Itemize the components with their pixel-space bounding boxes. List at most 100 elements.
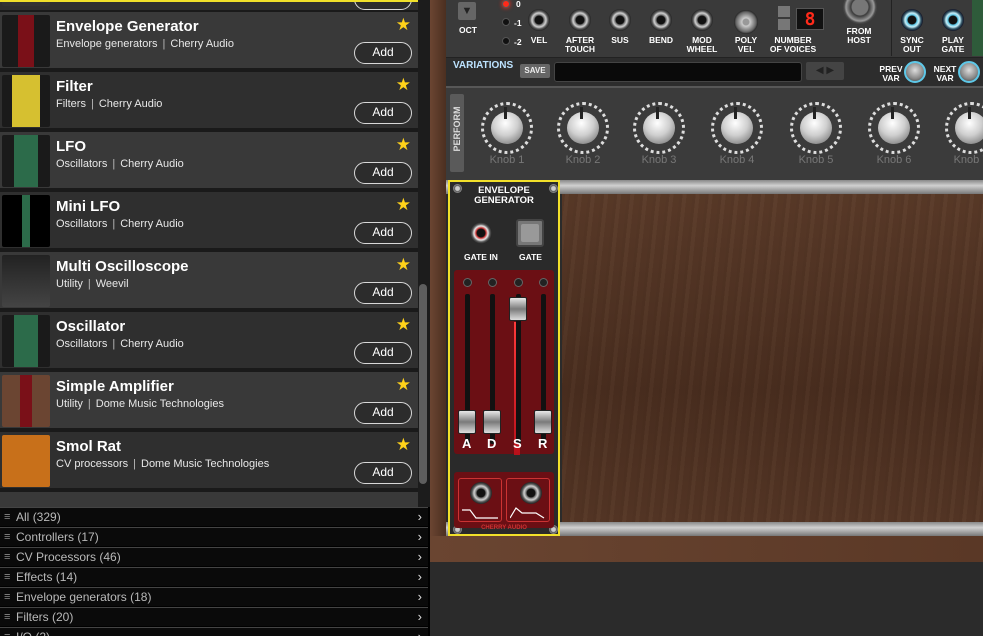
category-i-o[interactable]: ≡ I/O (2) › xyxy=(0,627,428,636)
category-envelope-generators[interactable]: ≡ Envelope generators (18) › xyxy=(0,587,428,606)
module-list[interactable]: Add Envelope Generator Envelope generator… xyxy=(0,0,418,507)
favorite-star-icon[interactable]: ★ xyxy=(396,316,411,333)
slider-r[interactable] xyxy=(534,410,552,434)
voices-display: 8 xyxy=(796,8,824,30)
variation-name-field[interactable] xyxy=(554,62,802,82)
fromhost-label: FROM HOST xyxy=(846,26,872,45)
sus-jack[interactable] xyxy=(609,9,631,31)
playgate-jack[interactable] xyxy=(942,9,964,31)
list-item-envelope-generator[interactable]: Envelope Generator Envelope generators | Ch… xyxy=(0,12,418,70)
prev-var-jack[interactable] xyxy=(904,61,926,83)
favorite-star-icon[interactable]: ★ xyxy=(396,436,411,453)
module-name: LFO xyxy=(56,138,86,155)
list-item-partial[interactable] xyxy=(0,492,418,507)
add-button[interactable]: Add xyxy=(354,462,412,484)
module-category: CV processors xyxy=(56,458,129,470)
env-out-jack[interactable] xyxy=(470,482,492,504)
module-thumbnail xyxy=(2,195,50,247)
favorite-star-icon[interactable]: ★ xyxy=(396,376,411,393)
module-name: Oscillator xyxy=(56,318,126,335)
oct-led-0 xyxy=(502,0,510,8)
envelope-shape-icon xyxy=(462,509,498,519)
module-name: Mini LFO xyxy=(56,198,121,215)
category-all[interactable]: ≡ All (329) › xyxy=(0,507,428,526)
gate-in-jack[interactable] xyxy=(470,222,492,244)
slider-s[interactable] xyxy=(509,297,527,321)
list-item-oscillator[interactable]: Oscillator Oscillators | Cherry Audio ★ Add xyxy=(0,312,418,370)
voices-down-button[interactable] xyxy=(778,19,790,30)
perform-panel: PERFORM Knob 1 Knob 2 Knob 3 Knob 4 Knob 5 Kn… xyxy=(446,86,983,180)
category-count: (2) xyxy=(35,630,50,636)
list-item-simple-amplifier[interactable]: Simple Amplifier Utility | Dome Music Techn… xyxy=(0,372,418,430)
app-window: Add Envelope Generator Envelope generator… xyxy=(0,0,983,636)
perform-knob-2[interactable] xyxy=(557,102,609,154)
module-name: Multi Oscilloscope xyxy=(56,258,189,275)
slider-a[interactable] xyxy=(458,410,476,434)
list-item-lfo[interactable]: LFO Oscillators | Cherry Audio ★ Add xyxy=(0,132,418,190)
next-var-jack[interactable] xyxy=(958,61,980,83)
module-maker: Dome Music Technologies xyxy=(141,458,270,470)
oct-led-1 xyxy=(502,18,510,26)
variation-nav-buttons[interactable]: ◀ ▶ xyxy=(806,62,844,80)
knob-label: Knob 4 xyxy=(719,154,755,166)
list-item-multi-oscilloscope[interactable]: Multi Oscilloscope Utility | Weevil ★ Add xyxy=(0,252,418,310)
perform-knob-6[interactable] xyxy=(868,102,920,154)
separator: | xyxy=(87,278,91,290)
add-button[interactable]: Add xyxy=(354,102,412,124)
favorite-star-icon[interactable]: ★ xyxy=(396,76,411,93)
perform-knob-3[interactable] xyxy=(633,102,685,154)
variation-save-button[interactable]: SAVE xyxy=(520,64,550,78)
list-item-smol-rat[interactable]: Smol Rat CV processors | Dome Music Technol… xyxy=(0,432,418,490)
list-item-filter[interactable]: Filter Filters | Cherry Audio ★ Add xyxy=(0,72,418,130)
category-controllers[interactable]: ≡ Controllers (17) › xyxy=(0,527,428,546)
add-button[interactable]: Add xyxy=(354,162,412,184)
add-button[interactable]: Add xyxy=(354,42,412,64)
slider-d[interactable] xyxy=(483,410,501,434)
voices-up-button[interactable] xyxy=(778,6,790,17)
envelope-generator-module[interactable]: ENVELOPE GENERATOR GATE IN GATE ADSR CHE… xyxy=(448,180,560,536)
category-count: (329) xyxy=(32,510,61,524)
oct-down-button[interactable]: ▼ xyxy=(458,2,476,20)
category-effects[interactable]: ≡ Effects (14) › xyxy=(0,567,428,586)
perform-knob-1[interactable] xyxy=(481,102,533,154)
perform-knob-4[interactable] xyxy=(711,102,763,154)
module-maker: Cherry Audio xyxy=(98,98,163,110)
gate-button[interactable] xyxy=(516,219,544,247)
add-button[interactable]: Add xyxy=(354,342,412,364)
syncout-jack[interactable] xyxy=(901,9,923,31)
stage-led xyxy=(539,278,548,287)
stage-led xyxy=(514,278,523,287)
favorite-star-icon[interactable]: ★ xyxy=(396,196,411,213)
category-filters[interactable]: ≡ Filters (20) › xyxy=(0,607,428,626)
category-label: Effects (14) xyxy=(16,568,77,586)
perform-knob-7[interactable] xyxy=(945,102,983,154)
favorite-star-icon[interactable]: ★ xyxy=(396,136,411,153)
list-item-mini-lfo[interactable]: Mini LFO Oscillators | Cherry Audio ★ Add xyxy=(0,192,418,250)
bend-jack[interactable] xyxy=(650,9,672,31)
module-thumbnail xyxy=(2,75,50,127)
module-thumbnail xyxy=(2,435,50,487)
category-cv-processors[interactable]: ≡ CV Processors (46) › xyxy=(0,547,428,566)
env-inv-out-jack[interactable] xyxy=(520,482,542,504)
adsr-label: A xyxy=(462,436,472,451)
module-thumbnail xyxy=(2,135,50,187)
perform-knob-5[interactable] xyxy=(790,102,842,154)
midi-port-icon[interactable] xyxy=(843,0,877,24)
module-title: ENVELOPE GENERATOR xyxy=(450,186,558,206)
favorite-star-icon[interactable]: ★ xyxy=(396,256,411,273)
drag-handle-icon: ≡ xyxy=(4,628,10,636)
vel-jack[interactable] xyxy=(528,9,550,31)
module-name: Filter xyxy=(56,78,93,95)
aftertouch-jack[interactable] xyxy=(569,9,591,31)
list-scrollbar-thumb[interactable] xyxy=(419,284,427,484)
envelope-shape-icon xyxy=(510,507,545,519)
modwheel-jack[interactable] xyxy=(691,9,713,31)
add-button[interactable]: Add xyxy=(354,402,412,424)
poly-vel-knob[interactable] xyxy=(734,10,758,34)
favorite-star-icon[interactable]: ★ xyxy=(396,16,411,33)
add-button[interactable]: Add xyxy=(354,282,412,304)
add-button[interactable]: Add xyxy=(354,222,412,244)
brand-label: CHERRY AUDIO xyxy=(481,525,527,531)
gate-in-label: GATE IN xyxy=(464,252,498,262)
category-label: Envelope generators (18) xyxy=(16,588,151,606)
